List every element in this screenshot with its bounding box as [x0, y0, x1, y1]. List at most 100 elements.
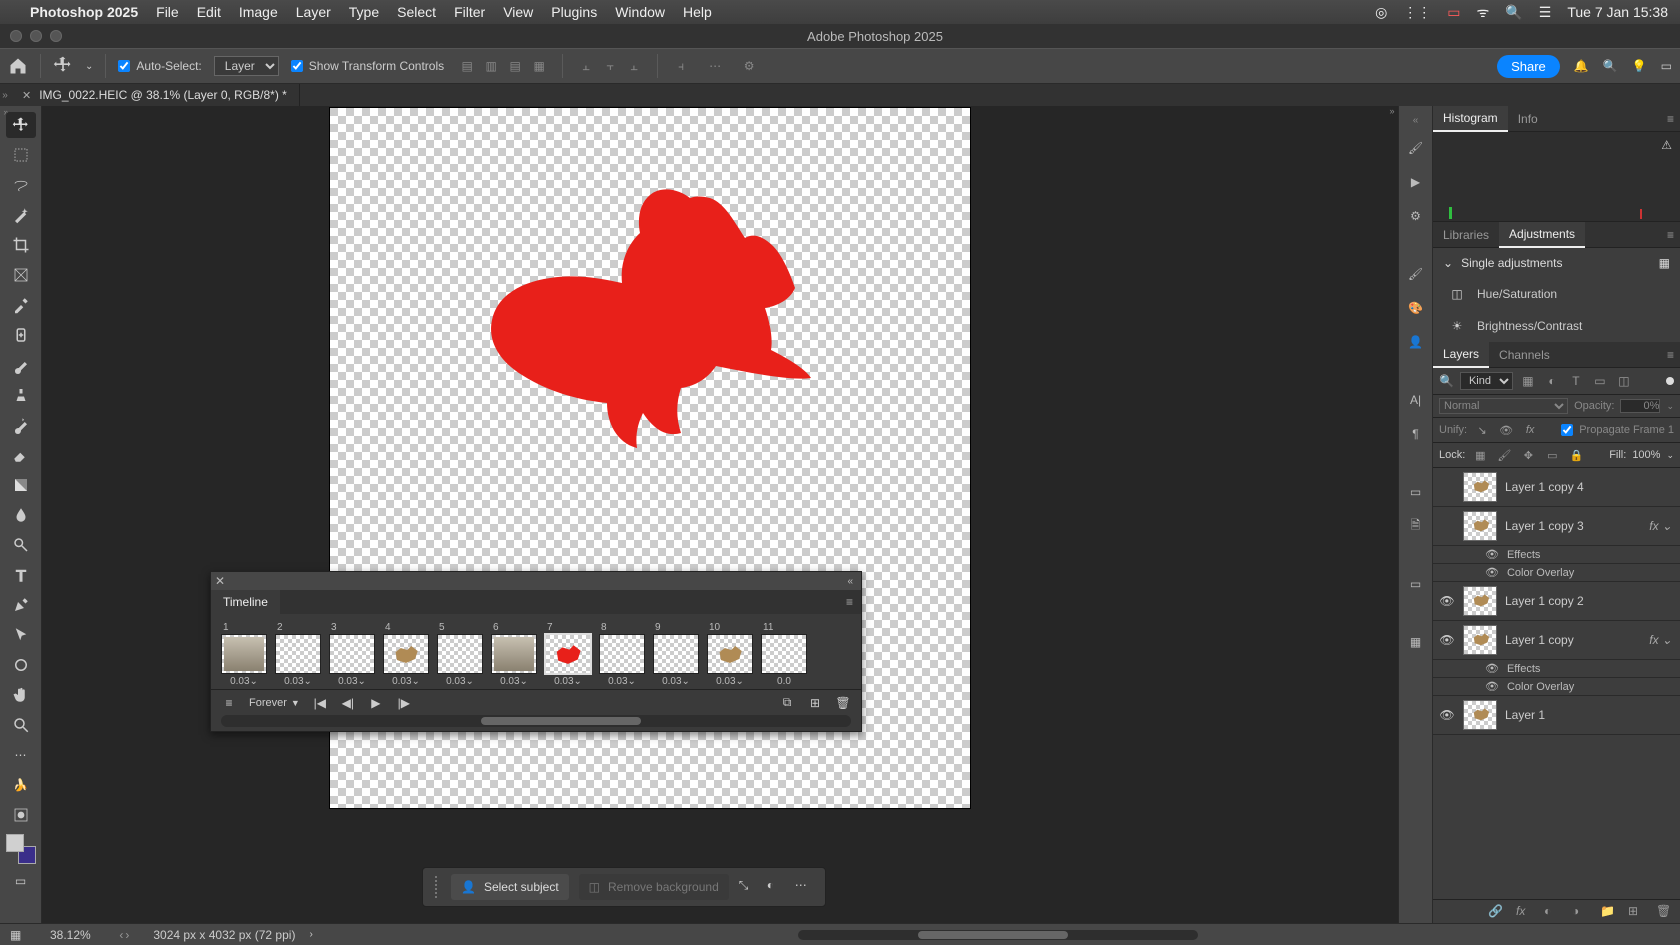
tabbar-handle-icon[interactable]: » — [0, 90, 10, 101]
layer-thumbnail[interactable] — [1463, 511, 1497, 541]
canvas-area[interactable]: ✕ « Timeline ≡ 10.03⌄20.03⌄30.03⌄40.03⌄5… — [42, 106, 1398, 923]
timeline-close-icon[interactable]: ✕ — [211, 574, 229, 588]
notes-panel-icon[interactable]: 🗎 — [1406, 516, 1426, 536]
align-left-icon[interactable]: ▤ — [456, 55, 478, 77]
unify-style-icon[interactable]: fx — [1521, 421, 1539, 439]
transform-icon[interactable]: ⤡ — [739, 878, 757, 896]
info-tab[interactable]: Info — [1508, 106, 1548, 132]
properties-panel-icon[interactable]: ▦ — [1406, 632, 1426, 652]
menu-edit[interactable]: Edit — [197, 4, 221, 20]
opacity-chevron-icon[interactable]: ⌄ — [1666, 401, 1674, 412]
next-frame-icon[interactable]: |▶ — [396, 695, 412, 711]
search-icon[interactable]: 🔍 — [1603, 59, 1618, 73]
brushes-panel-icon[interactable]: 🖌 — [1406, 138, 1426, 158]
layer-mask-icon[interactable]: ◐ — [1544, 904, 1560, 920]
battery-icon[interactable]: ▭ — [1447, 4, 1460, 21]
layer-row[interactable]: Layer 1 copy 4 — [1433, 468, 1680, 507]
workspace-icon[interactable]: ▭ — [1661, 59, 1672, 73]
auto-select-checkbox[interactable]: Auto-Select: — [118, 59, 201, 73]
edit-toolbar[interactable]: ⋯ — [6, 742, 36, 768]
gear-icon[interactable]: ⚙ — [738, 55, 760, 77]
frame-delay[interactable]: 0.03⌄ — [491, 674, 537, 687]
strip-collapse-icon[interactable]: « — [1413, 116, 1419, 124]
frame-tool[interactable] — [6, 262, 36, 288]
docinfo-chevron-icon[interactable]: › — [309, 929, 312, 940]
fg-bg-color-swatches[interactable] — [6, 834, 36, 864]
visibility-toggle[interactable]: 👁 — [1439, 707, 1455, 723]
frame-thumbnail[interactable] — [329, 634, 375, 674]
loop-select[interactable]: Forever▼ — [249, 697, 300, 709]
zoom-level[interactable]: 38.12% — [35, 928, 105, 942]
actions-panel-icon[interactable]: ▭ — [1406, 482, 1426, 502]
timeline-frame[interactable]: 100.03⌄ — [707, 622, 753, 687]
effect-visibility-icon[interactable]: 👁 — [1485, 566, 1499, 579]
dodge-tool[interactable] — [6, 532, 36, 558]
timeline-frame[interactable]: 80.03⌄ — [599, 622, 645, 687]
channels-tab[interactable]: Channels — [1489, 342, 1560, 368]
filter-kind-select[interactable]: Kind — [1460, 372, 1513, 390]
layer-effects-row[interactable]: 👁Effects — [1433, 546, 1680, 564]
layer-name[interactable]: Layer 1 copy 2 — [1505, 594, 1584, 608]
tool-preset-chevron-icon[interactable]: ⌄ — [85, 61, 93, 72]
select-subject-button[interactable]: 👤 Select subject — [451, 874, 569, 900]
blur-tool[interactable] — [6, 502, 36, 528]
pen-tool[interactable] — [6, 592, 36, 618]
frame-delay[interactable]: 0.03⌄ — [329, 674, 375, 687]
prev-frame-icon[interactable]: ◀| — [340, 695, 356, 711]
first-frame-icon[interactable]: |◀ — [312, 695, 328, 711]
layer-thumbnail[interactable] — [1463, 625, 1497, 655]
align-right-icon[interactable]: ▤ — [504, 55, 526, 77]
frame-thumbnail[interactable] — [707, 634, 753, 674]
lock-artboard-icon[interactable]: ▭ — [1543, 446, 1561, 464]
frame-thumbnail[interactable] — [761, 634, 807, 674]
layer-thumbnail[interactable] — [1463, 586, 1497, 616]
layer-row[interactable]: 👁Layer 1 — [1433, 696, 1680, 735]
menu-file[interactable]: File — [156, 4, 179, 20]
filter-search-icon[interactable]: 🔍 — [1439, 374, 1454, 388]
layer-name[interactable]: Layer 1 copy 3 — [1505, 519, 1584, 533]
distribute-icon[interactable]: ⫞ — [670, 55, 692, 77]
person-panel-icon[interactable]: 👤 — [1406, 332, 1426, 352]
layer-effect-item[interactable]: 👁Color Overlay — [1433, 564, 1680, 582]
ctx-more-icon[interactable]: ⋯ — [795, 878, 813, 896]
timeline-frame[interactable]: 30.03⌄ — [329, 622, 375, 687]
adjustments-tab[interactable]: Adjustments — [1499, 222, 1585, 248]
histogram-warning-icon[interactable]: ⚠ — [1661, 138, 1672, 152]
menu-image[interactable]: Image — [239, 4, 278, 20]
filter-shape-icon[interactable]: ▭ — [1591, 372, 1609, 390]
share-button[interactable]: Share — [1497, 55, 1560, 78]
new-frame-icon[interactable]: ⊞ — [807, 695, 823, 711]
timeline-collapse-icon[interactable]: « — [847, 576, 861, 587]
blend-mode-select[interactable]: Normal — [1439, 398, 1568, 414]
frame-thumbnail[interactable] — [599, 634, 645, 674]
more-options-icon[interactable]: ⋯ — [704, 55, 726, 77]
group-icon[interactable]: 📁 — [1600, 904, 1616, 920]
convert-timeline-icon[interactable]: ≡ — [221, 695, 237, 711]
traffic-zoom[interactable] — [50, 30, 62, 42]
frame-delay[interactable]: 0.03⌄ — [275, 674, 321, 687]
filter-toggle-icon[interactable] — [1666, 377, 1674, 385]
frame-thumbnail[interactable] — [545, 634, 591, 674]
timeline-frame[interactable]: 40.03⌄ — [383, 622, 429, 687]
magic-wand-tool[interactable] — [6, 202, 36, 228]
layer-name[interactable]: Layer 1 copy — [1505, 633, 1574, 647]
delete-frame-icon[interactable]: 🗑 — [835, 695, 851, 711]
canvas-h-scrollbar[interactable] — [327, 930, 1670, 940]
frame-delay[interactable]: 0.03⌄ — [653, 674, 699, 687]
layer-thumbnail[interactable] — [1463, 700, 1497, 730]
remove-background-button[interactable]: ◫ Remove background — [579, 874, 729, 900]
frame-delay[interactable]: 0.03⌄ — [437, 674, 483, 687]
lock-position-icon[interactable]: ✥ — [1519, 446, 1537, 464]
show-transform-checkbox[interactable]: Show Transform Controls — [291, 59, 444, 73]
move-tool-icon[interactable] — [53, 55, 73, 78]
history-brush-tool[interactable] — [6, 412, 36, 438]
play-panel-icon[interactable]: ▶ — [1406, 172, 1426, 192]
menu-help[interactable]: Help — [683, 4, 712, 20]
adjustment-layer-icon[interactable]: ◑ — [1572, 904, 1588, 920]
help-bulb-icon[interactable]: 💡 — [1632, 59, 1647, 73]
adj-hue-saturation[interactable]: ◫ Hue/Saturation — [1433, 278, 1680, 310]
move-tool[interactable] — [6, 112, 36, 138]
menu-filter[interactable]: Filter — [454, 4, 485, 20]
filter-adjust-icon[interactable]: ◐ — [1543, 372, 1561, 390]
visibility-toggle[interactable] — [1439, 479, 1455, 495]
